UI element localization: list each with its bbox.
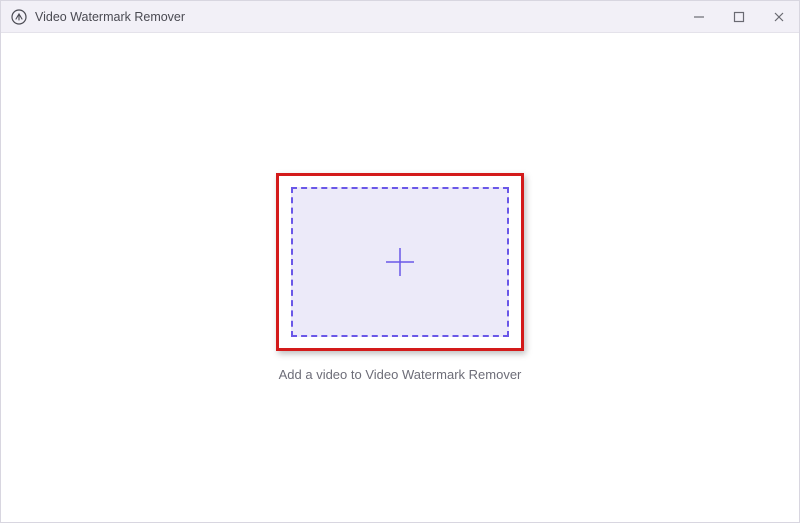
titlebar: Video Watermark Remover bbox=[1, 1, 799, 33]
app-title: Video Watermark Remover bbox=[35, 10, 185, 24]
window-controls bbox=[679, 1, 799, 32]
app-icon bbox=[11, 9, 27, 25]
add-video-dropzone[interactable] bbox=[291, 187, 509, 337]
close-button[interactable] bbox=[759, 1, 799, 32]
highlight-frame bbox=[276, 173, 524, 351]
plus-icon bbox=[383, 245, 417, 279]
close-icon bbox=[773, 11, 785, 23]
minimize-icon bbox=[693, 11, 705, 23]
maximize-icon bbox=[733, 11, 745, 23]
maximize-button[interactable] bbox=[719, 1, 759, 32]
add-video-caption: Add a video to Video Watermark Remover bbox=[279, 367, 522, 382]
app-window: Video Watermark Remover bbox=[0, 0, 800, 523]
main-content: Add a video to Video Watermark Remover bbox=[1, 33, 799, 522]
minimize-button[interactable] bbox=[679, 1, 719, 32]
